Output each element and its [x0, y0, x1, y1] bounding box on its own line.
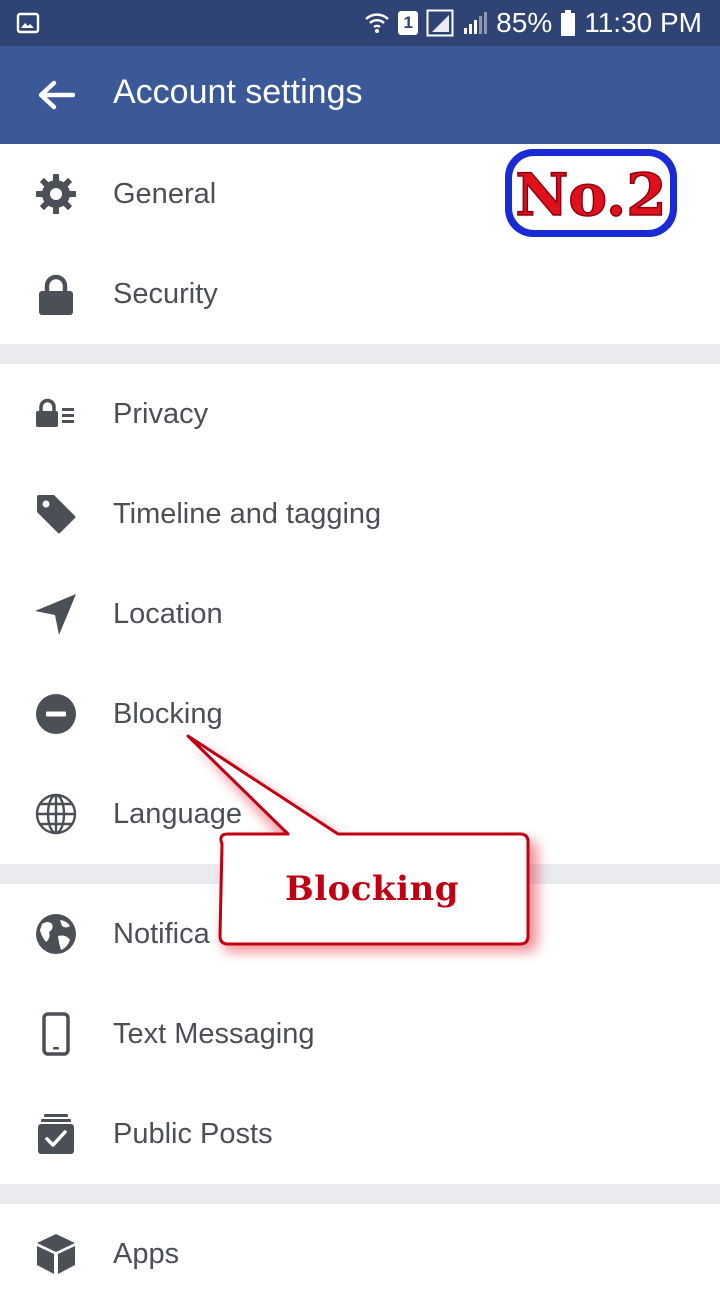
settings-item-label: Notifica — [113, 917, 210, 950]
settings-item-label: Timeline and tagging — [113, 497, 382, 530]
tag-icon — [34, 492, 78, 536]
arrow-left-icon — [38, 80, 75, 110]
settings-item-label: Text Messaging — [113, 1017, 315, 1050]
signal-sim1-icon — [426, 9, 454, 37]
settings-item-label: Privacy — [113, 397, 209, 430]
callout-label: Blocking — [285, 869, 459, 909]
gear-icon — [34, 172, 78, 216]
settings-item-label: General — [113, 177, 217, 210]
location-arrow-icon — [34, 592, 78, 636]
app-header: Account settings — [0, 46, 720, 144]
settings-item-label: Public Posts — [113, 1117, 273, 1150]
page-title: Account settings — [113, 73, 363, 111]
section-divider — [0, 344, 720, 364]
settings-item-blocking[interactable]: Blocking — [0, 664, 720, 764]
clock: 11:30 PM — [584, 7, 702, 38]
settings-item-security[interactable]: Security — [0, 244, 720, 344]
sim-indicator: 1 — [398, 11, 419, 35]
settings-group-privacy: Privacy Timeline and tagging Location Bl… — [0, 364, 720, 864]
status-bar: 1 85% 11:30 PM — [0, 0, 720, 46]
settings-item-public-posts[interactable]: Public Posts — [0, 1084, 720, 1184]
battery-icon — [561, 10, 576, 36]
settings-item-location[interactable]: Location — [0, 564, 720, 664]
settings-item-apps[interactable]: Apps — [0, 1204, 720, 1304]
gallery-notification-icon — [16, 12, 40, 34]
signal-strength-icon — [464, 12, 488, 34]
checklist-icon — [34, 1112, 78, 1156]
box-icon — [34, 1232, 78, 1276]
settings-item-privacy[interactable]: Privacy — [0, 364, 720, 464]
minus-circle-icon — [34, 692, 78, 736]
settings-item-timeline[interactable]: Timeline and tagging — [0, 464, 720, 564]
lock-icon — [34, 272, 78, 316]
settings-group-account: General Security — [0, 144, 720, 344]
status-icons: 1 85% 11:30 PM — [364, 0, 702, 46]
settings-item-label: Security — [113, 277, 218, 310]
settings-item-text-messaging[interactable]: Text Messaging — [0, 984, 720, 1084]
wifi-icon — [365, 13, 389, 33]
battery-percent: 85% — [496, 7, 553, 38]
settings-item-label: Blocking — [113, 697, 223, 730]
globe-icon — [34, 792, 78, 836]
section-divider — [0, 1184, 720, 1204]
back-button[interactable] — [24, 68, 88, 122]
settings-item-label: Location — [113, 597, 223, 630]
settings-item-general[interactable]: General — [0, 144, 720, 244]
settings-group-apps: Apps — [0, 1204, 720, 1304]
earth-icon — [34, 912, 78, 956]
settings-item-label: Language — [113, 797, 243, 830]
settings-list: General Security Privacy Timeline and ta… — [0, 144, 720, 1304]
phone-icon — [34, 1012, 78, 1056]
settings-item-label: Apps — [113, 1237, 180, 1270]
lock-list-icon — [34, 392, 78, 436]
